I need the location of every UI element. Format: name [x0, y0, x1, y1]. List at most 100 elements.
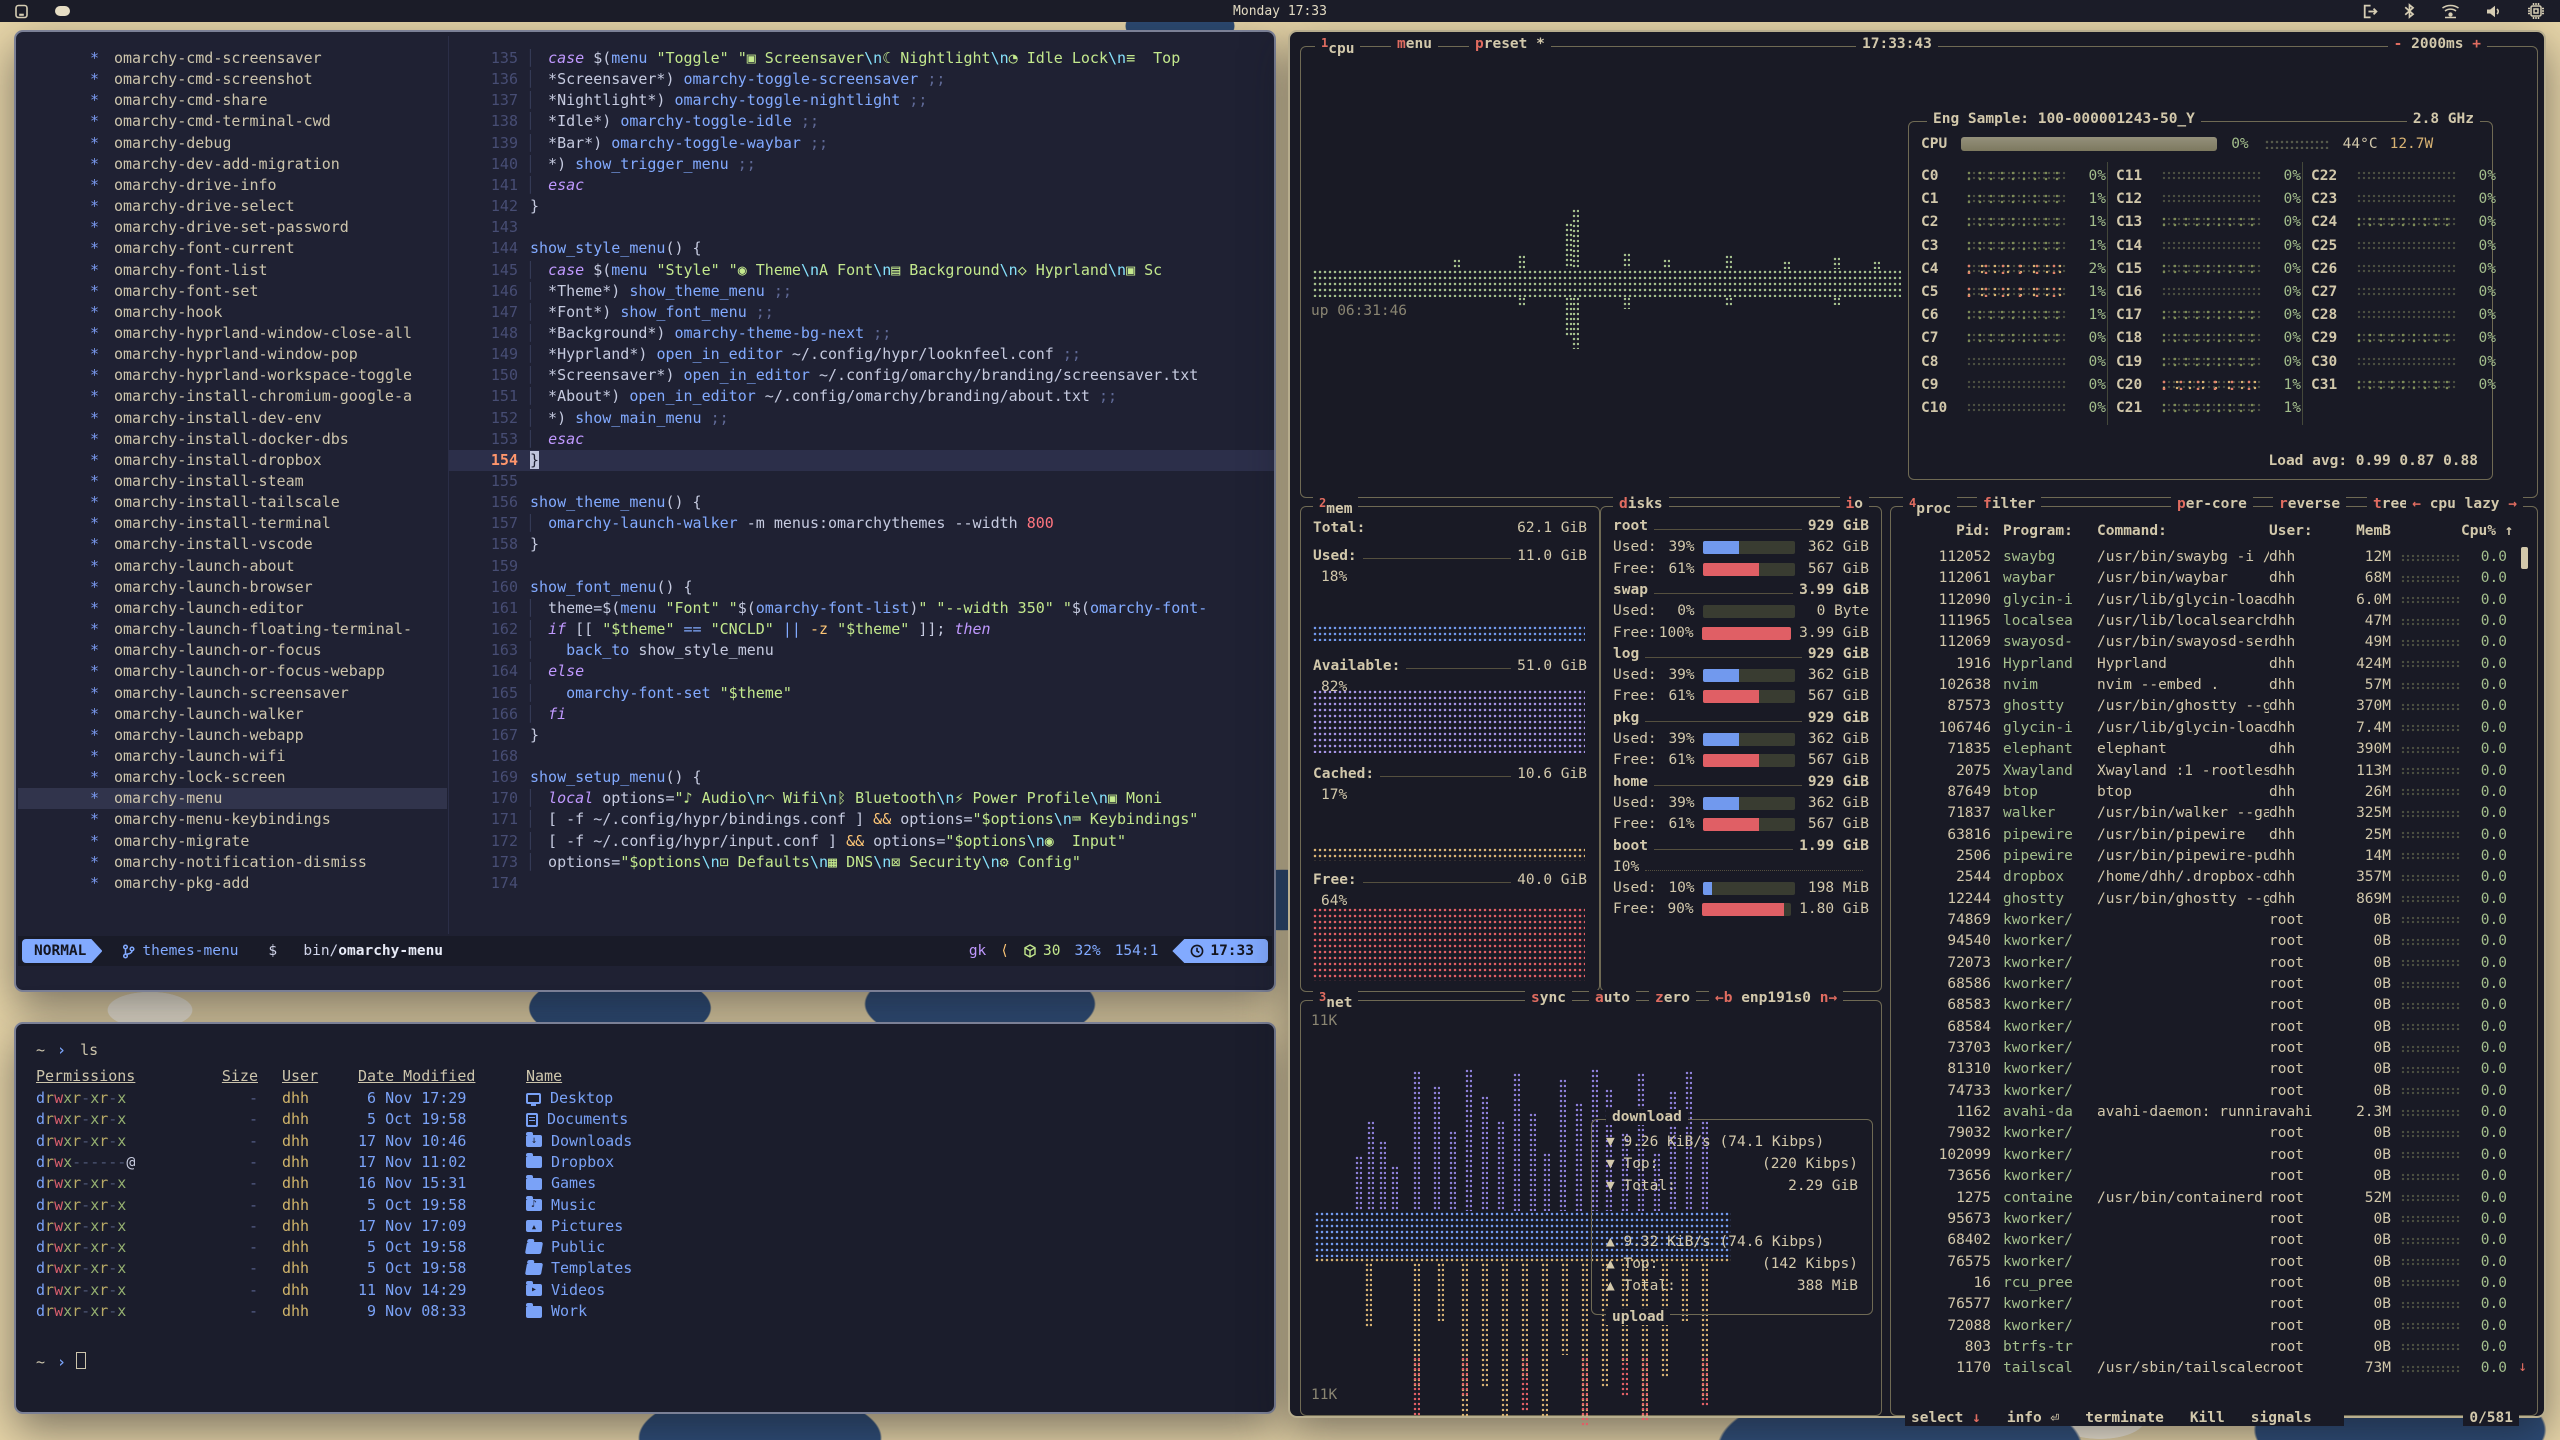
file-list-item[interactable]: *omarchy-cmd-terminal-cwd	[18, 111, 447, 132]
disks-tab-io[interactable]: io	[1840, 496, 1869, 512]
process-row[interactable]: 2075XwaylandXwayland :1 -rootless -dhh11…	[1903, 761, 2507, 782]
file-list-item[interactable]: *omarchy-launch-wifi	[18, 746, 447, 767]
file-list-item[interactable]: *omarchy-cmd-share	[18, 90, 447, 111]
terminal-prompt[interactable]: ~›	[36, 1352, 1264, 1373]
process-row[interactable]: 71837walker/usr/bin/walker --gappldhh325…	[1903, 803, 2507, 824]
file-list-item[interactable]: *omarchy-notification-dismiss	[18, 852, 447, 873]
file-list-item[interactable]: *omarchy-install-steam	[18, 471, 447, 492]
file-list-item[interactable]: *omarchy-migrate	[18, 831, 447, 852]
process-row[interactable]: 12244ghostty/usr/bin/ghostty --gtk-dhh86…	[1903, 889, 2507, 910]
process-row[interactable]: 112061waybar/usr/bin/waybardhh68M0.0	[1903, 568, 2507, 589]
file-list-item[interactable]: *omarchy-font-current	[18, 238, 447, 259]
file-list-item[interactable]: *omarchy-install-docker-dbs	[18, 429, 447, 450]
git-branch[interactable]: themes-menu	[122, 943, 238, 959]
workspace-1-active[interactable]	[55, 6, 70, 16]
file-list-item[interactable]: *omarchy-launch-browser	[18, 577, 447, 598]
file-list-item[interactable]: *omarchy-pkg-add	[18, 873, 447, 894]
file-list-item[interactable]: *omarchy-drive-select	[18, 196, 447, 217]
process-row[interactable]: 102638nvimnvim --embed .dhh57M0.0	[1903, 675, 2507, 696]
bluetooth-icon[interactable]	[2404, 3, 2415, 19]
process-row[interactable]: 72088kworker/root0B0.0	[1903, 1316, 2507, 1337]
proc-sort[interactable]: ← cpu lazy →	[2406, 496, 2523, 512]
proc-footer-signals[interactable]: signals	[2251, 1410, 2312, 1426]
logout-icon[interactable]	[2361, 4, 2378, 19]
file-list-item[interactable]: *omarchy-drive-set-password	[18, 217, 447, 238]
proc-footer-Kill[interactable]: Kill	[2190, 1410, 2225, 1426]
net-tab-sync[interactable]: sync	[1525, 990, 1572, 1006]
proc-scrollbar-thumb[interactable]	[2521, 547, 2528, 569]
file-list-item[interactable]: *omarchy-install-terminal	[18, 513, 447, 534]
proc-footer-terminate[interactable]: terminate	[2085, 1410, 2164, 1426]
process-row[interactable]: 102099kworker/root0B0.0	[1903, 1145, 2507, 1166]
process-row[interactable]: 63816pipewire/usr/bin/pipewiredhh25M0.0	[1903, 825, 2507, 846]
process-row[interactable]: 94540kworker/root0B0.0	[1903, 931, 2507, 952]
process-row[interactable]: 73703kworker/root0B0.0	[1903, 1038, 2507, 1059]
process-row[interactable]: 76575kworker/root0B0.0	[1903, 1252, 2507, 1273]
file-list-item[interactable]: *omarchy-font-set	[18, 281, 447, 302]
process-row[interactable]: 81310kworker/root0B0.0	[1903, 1059, 2507, 1080]
process-row[interactable]: 95673kworker/root0B0.0	[1903, 1209, 2507, 1230]
file-list-item[interactable]: *omarchy-launch-webapp	[18, 725, 447, 746]
editor-window[interactable]: *omarchy-cmd-screensaver*omarchy-cmd-scr…	[14, 30, 1276, 992]
net-box-title[interactable]: 3net	[1313, 990, 1358, 1011]
file-list-item[interactable]: *omarchy-menu	[18, 788, 447, 809]
proc-footer-select[interactable]: select ↓	[1911, 1410, 1981, 1426]
net-interface[interactable]: ←b enp191s0 n→	[1709, 990, 1843, 1006]
file-list-item[interactable]: *omarchy-menu-keybindings	[18, 809, 447, 830]
disks-box-title[interactable]: disks	[1613, 496, 1669, 512]
file-list-item[interactable]: *omarchy-install-vscode	[18, 534, 447, 555]
update-interval[interactable]: - 2000ms +	[2388, 36, 2487, 52]
file-list-item[interactable]: *omarchy-install-chromium-google-a	[18, 386, 447, 407]
cpu-tab-menu[interactable]: menu	[1391, 36, 1438, 52]
file-list-item[interactable]: *omarchy-install-tailscale	[18, 492, 447, 513]
process-row[interactable]: 87649btopbtopdhh26M0.0	[1903, 782, 2507, 803]
chip-icon[interactable]	[2528, 3, 2544, 19]
process-row[interactable]: 74733kworker/root0B0.0	[1903, 1081, 2507, 1102]
file-list-item[interactable]: *omarchy-launch-about	[18, 556, 447, 577]
file-list-item[interactable]: *omarchy-launch-floating-terminal-	[18, 619, 447, 640]
net-tab-auto[interactable]: auto	[1589, 990, 1636, 1006]
proc-tab-percore[interactable]: per-core	[2171, 496, 2253, 512]
process-row[interactable]: 2544dropbox/home/dhh/.dropbox-distdhh357…	[1903, 867, 2507, 888]
proc-footer-keys[interactable]: select ↓info ⏎terminateKillsignals	[1905, 1410, 2344, 1426]
process-row[interactable]: 1162avahi-daavahi-daemon: running [avahi…	[1903, 1102, 2507, 1123]
network-icon[interactable]	[2441, 4, 2460, 19]
file-list-item[interactable]: *omarchy-hook	[18, 302, 447, 323]
cpu-tab-preset[interactable]: preset *	[1469, 36, 1551, 52]
process-row[interactable]: 68584kworker/root0B0.0	[1903, 1017, 2507, 1038]
window-icon[interactable]	[14, 4, 29, 19]
terminal-window[interactable]: ~›lsPermissionsSizeUserDate ModifiedName…	[14, 1022, 1276, 1414]
process-row[interactable]: 106746glycin-i/usr/lib/glycin-loadersdhh…	[1903, 718, 2507, 739]
process-row[interactable]: 71835elephantelephantdhh390M0.0	[1903, 739, 2507, 760]
file-list-item[interactable]: *omarchy-lock-screen	[18, 767, 447, 788]
file-list-item[interactable]: *omarchy-hyprland-window-close-all	[18, 323, 447, 344]
proc-tab-reverse[interactable]: reverse	[2273, 496, 2346, 512]
net-tab-zero[interactable]: zero	[1649, 990, 1696, 1006]
file-list-item[interactable]: *omarchy-launch-screensaver	[18, 683, 447, 704]
process-row[interactable]: 68402kworker/root0B0.0	[1903, 1230, 2507, 1251]
process-row[interactable]: 803btrfs-trroot0B0.0	[1903, 1337, 2507, 1358]
file-list-item[interactable]: *omarchy-hyprland-window-pop	[18, 344, 447, 365]
process-row[interactable]: 1170tailscal/usr/sbin/tailscaled --root7…	[1903, 1358, 2507, 1379]
cpu-box-title[interactable]: 1cpu	[1315, 36, 1360, 57]
process-row[interactable]: 112090glycin-i/usr/lib/glycin-loadersdhh…	[1903, 590, 2507, 611]
process-row[interactable]: 76577kworker/root0B0.0	[1903, 1294, 2507, 1315]
file-list-item[interactable]: *omarchy-hyprland-workspace-toggle	[18, 365, 447, 386]
process-row[interactable]: 79032kworker/root0B0.0	[1903, 1123, 2507, 1144]
process-row[interactable]: 68583kworker/root0B0.0	[1903, 995, 2507, 1016]
process-row[interactable]: 112052swaybg/usr/bin/swaybg -i /homdhh12…	[1903, 547, 2507, 568]
file-list-item[interactable]: *omarchy-install-dropbox	[18, 450, 447, 471]
file-list-item[interactable]: *omarchy-cmd-screensaver	[18, 48, 447, 69]
process-row[interactable]: 1916HyprlandHyprlanddhh424M0.0	[1903, 654, 2507, 675]
mem-box-title[interactable]: 2mem	[1313, 496, 1358, 517]
file-list-item[interactable]: *omarchy-font-list	[18, 260, 447, 281]
file-list-item[interactable]: *omarchy-launch-editor	[18, 598, 447, 619]
process-row[interactable]: 68586kworker/root0B0.0	[1903, 974, 2507, 995]
file-list-item[interactable]: *omarchy-install-dev-env	[18, 408, 447, 429]
file-list-item[interactable]: *omarchy-cmd-screenshot	[18, 69, 447, 90]
process-row[interactable]: 112069swayosd-/usr/bin/swayosd-serverdhh…	[1903, 632, 2507, 653]
process-row[interactable]: 2506pipewire/usr/bin/pipewire-pulsedhh14…	[1903, 846, 2507, 867]
volume-icon[interactable]	[2486, 4, 2502, 19]
file-list-item[interactable]: *omarchy-launch-or-focus-webapp	[18, 661, 447, 682]
proc-tab-filter[interactable]: filter	[1977, 496, 2041, 512]
